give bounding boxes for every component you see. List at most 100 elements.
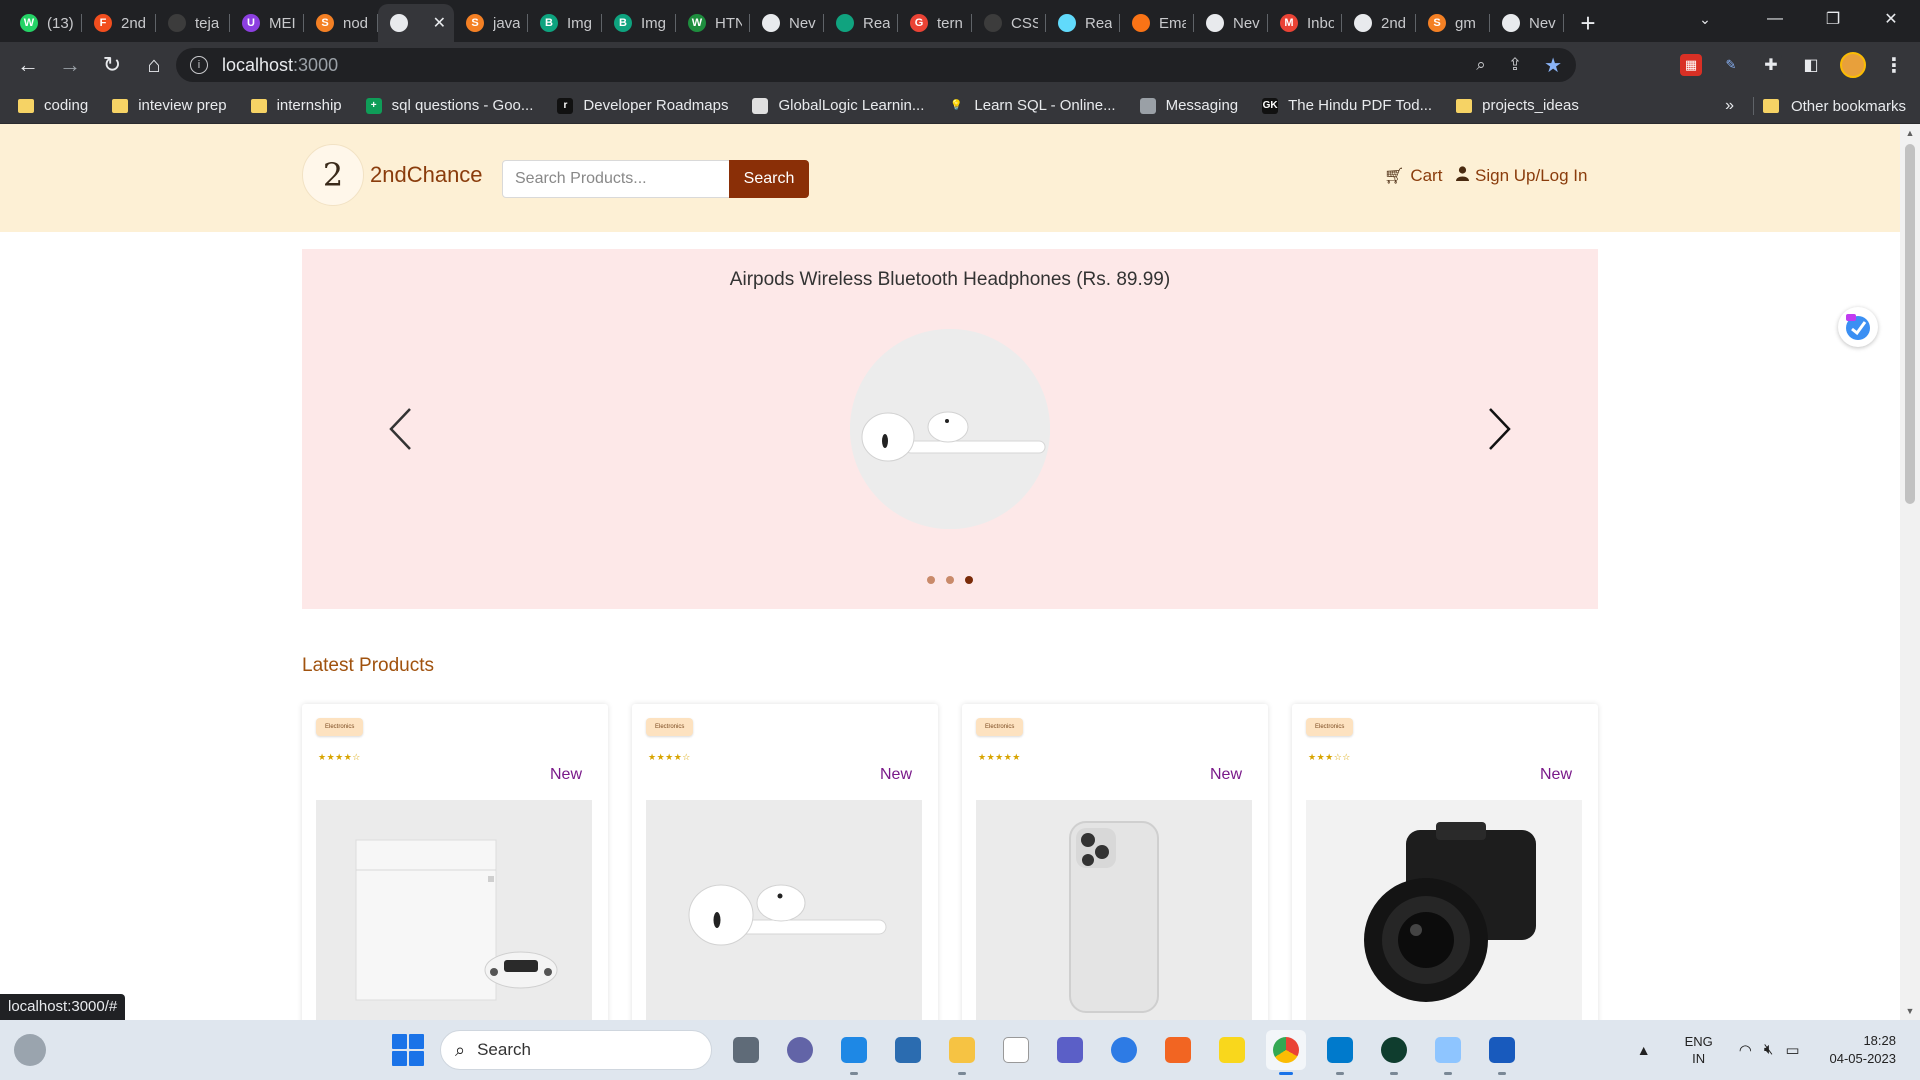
chrome-icon[interactable] [1266,1030,1306,1075]
clock[interactable]: 18:28 04-05-2023 [1830,1032,1897,1068]
browser-tab[interactable]: CSS [972,4,1046,42]
forward-button[interactable]: → [50,45,90,85]
reload-button[interactable]: ↻ [92,45,132,85]
windows-start-icon[interactable] [392,1034,424,1066]
brand-name[interactable]: 2ndChance [370,162,483,188]
carousel-dot[interactable] [927,576,935,584]
browser-tab[interactable]: ✕ [378,4,454,42]
bookmark-item[interactable]: GK The Hindu PDF Tod... [1262,97,1432,114]
product-image[interactable] [646,800,922,1020]
minimize-button[interactable]: — [1746,0,1804,38]
tab-close-icon[interactable]: ✕ [433,13,446,33]
cart-link[interactable]: 🛒︎ Cart [1384,166,1442,186]
browser-tab[interactable]: F 2nd [82,4,156,42]
browser-tab[interactable]: Nev [1194,4,1268,42]
browser-tab[interactable]: W HTN [676,4,750,42]
product-image[interactable] [316,800,592,1020]
sticky-notes-icon[interactable] [1212,1030,1252,1070]
bookmark-item[interactable]: 💡 Learn SQL - Online... [948,97,1116,114]
browser-tab[interactable]: 2nd [1342,4,1416,42]
todo-icon[interactable] [1104,1030,1144,1070]
browser-tab[interactable]: Gtern [898,4,972,42]
new-tab-button[interactable]: + [1570,4,1606,42]
tray-overflow-chevron-icon[interactable]: ▲ [1637,1042,1651,1058]
browser-tab[interactable]: Rea [1046,4,1120,42]
extension-translate-icon[interactable]: ✎ [1720,54,1742,76]
category-tag[interactable]: Electronics [316,718,364,736]
vscode-icon[interactable] [1320,1030,1360,1075]
carousel-next-chevron-icon[interactable] [1480,399,1520,459]
browser-tab[interactable]: Rea [824,4,898,42]
menu-kebab-icon[interactable]: ⋮ [1884,53,1904,78]
word-icon[interactable] [1482,1030,1522,1075]
bookmark-item[interactable]: Messaging [1139,97,1238,114]
side-panel-icon[interactable]: ◧ [1800,54,1822,76]
ai-assistant-bubble-icon[interactable] [1838,307,1878,347]
browser-tab[interactable]: teja [156,4,230,42]
share-icon[interactable]: ⇪ [1508,55,1522,75]
bookmarks-overflow-button[interactable]: » [1725,88,1734,124]
carousel-dot[interactable] [965,576,973,584]
product-card[interactable]: Electronics ★★★☆☆ New [1292,704,1598,1020]
close-window-button[interactable]: ✕ [1862,0,1920,38]
task-view-icon[interactable] [726,1030,766,1070]
address-bar[interactable]: i localhost:3000 ⌕ ⇪ ★ [176,48,1576,82]
browser-tab[interactable]: Nev [750,4,824,42]
site-info-icon[interactable]: i [190,56,208,74]
bookmark-item[interactable]: internship [250,97,342,114]
weather-widget-icon[interactable] [14,1034,46,1066]
snipping-tool-icon[interactable] [834,1030,874,1075]
bookmark-item[interactable]: + sql questions - Goo... [365,97,533,114]
carousel-dot[interactable] [946,576,954,584]
site-logo[interactable]: 2 [302,144,364,206]
browser-tab[interactable]: Snod [304,4,378,42]
browser-tab[interactable]: Sjava [454,4,528,42]
restore-button[interactable]: ❐ [1804,0,1862,38]
product-search-input[interactable] [502,160,730,198]
category-tag[interactable]: Electronics [1306,718,1354,736]
teams-chat-icon[interactable] [780,1030,820,1070]
language-indicator[interactable]: ENG IN [1685,1033,1713,1067]
teams-icon[interactable] [1050,1030,1090,1070]
browser-tab[interactable]: Ema [1120,4,1194,42]
other-bookmarks[interactable]: Other bookmarks [1762,88,1906,124]
profile-avatar[interactable] [1840,52,1866,78]
app-orange-icon[interactable] [1158,1030,1198,1070]
signup-login-link[interactable]: Sign Up/Log In [1456,166,1587,186]
product-card[interactable]: Electronics ★★★★★ New [962,704,1268,1020]
bookmark-item[interactable]: GlobalLogic Learnin... [752,97,924,114]
page-scrollbar[interactable]: ▲ ▼ [1900,124,1920,1020]
carousel-caption[interactable]: Airpods Wireless Bluetooth Headphones (R… [302,269,1598,291]
category-tag[interactable]: Electronics [976,718,1024,736]
product-image[interactable] [1306,800,1582,1020]
scroll-up-icon[interactable]: ▲ [1905,128,1915,138]
browser-tab[interactable]: Sgm [1416,4,1490,42]
extensions-puzzle-icon[interactable]: ✚ [1760,54,1782,76]
bookmark-star-icon[interactable]: ★ [1544,53,1562,78]
product-card[interactable]: Electronics ★★★★☆ New [632,704,938,1020]
scrollbar-thumb[interactable] [1905,144,1915,504]
browser-tab[interactable]: W (13) [8,4,82,42]
browser-tab[interactable]: U MEI [230,4,304,42]
bookmark-item[interactable]: projects_ideas [1456,97,1579,114]
file-explorer-icon[interactable] [942,1030,982,1075]
product-card[interactable]: Electronics ★★★★☆ New [302,704,608,1020]
browser-tab[interactable]: B Img [602,4,676,42]
browser-tab[interactable]: Nev [1490,4,1564,42]
store-window-icon[interactable] [888,1030,928,1070]
mongodb-compass-icon[interactable] [1374,1030,1414,1075]
carousel-slide-image[interactable] [850,329,1050,529]
carousel-prev-chevron-icon[interactable] [380,399,420,459]
category-tag[interactable]: Electronics [646,718,694,736]
quick-settings[interactable]: ◠ 🔇︎ ▭ [1739,1041,1800,1059]
scroll-down-icon[interactable]: ▼ [1905,1006,1915,1016]
browser-tab[interactable]: M Inbo [1268,4,1342,42]
extension-red-icon[interactable]: ▦ [1680,54,1702,76]
taskbar-search-box[interactable]: ⌕ Search [440,1030,712,1070]
tab-search-chevron-icon[interactable]: ⌄ [1680,0,1730,38]
bookmark-item[interactable]: r Developer Roadmaps [557,97,728,114]
product-image[interactable] [976,800,1252,1020]
search-button[interactable]: Search [729,160,809,198]
photos-icon[interactable] [1428,1030,1468,1075]
home-button[interactable]: ⌂ [134,45,174,85]
